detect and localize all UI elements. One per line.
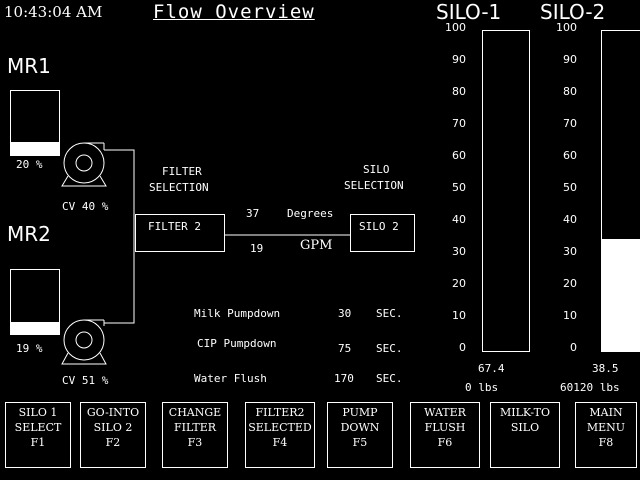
- silo1-level-value: 67.4: [478, 362, 505, 375]
- f8-line3: F8: [598, 436, 614, 449]
- timer-unit-milk: SEC.: [376, 307, 403, 320]
- silo-heading-1: SILO: [363, 163, 390, 176]
- f4-line2: SELECTED: [248, 421, 312, 434]
- silo2-gauge: [601, 30, 640, 352]
- water-flush-f6-button[interactable]: WATER FLUSH F6: [410, 402, 480, 468]
- silo2-tick-label: 30: [563, 245, 577, 258]
- f1-line3: F1: [30, 436, 46, 449]
- temperature-unit: Degrees: [287, 207, 334, 220]
- timer-value-cip: 75: [338, 342, 352, 355]
- go-into-silo2-f2-button[interactable]: GO-INTO SILO 2 F2: [80, 402, 146, 468]
- silo1-gauge: [482, 30, 530, 352]
- mr1-tank: [10, 90, 60, 156]
- f8-line2: MENU: [586, 421, 626, 434]
- silo1-tick-label: 90: [452, 53, 466, 66]
- f4-line1: FILTER2: [255, 406, 305, 419]
- milk-to-silo-button[interactable]: MILK-TO SILO: [490, 402, 560, 468]
- f4-line3: F4: [272, 436, 288, 449]
- f7-line1: MILK-TO: [499, 406, 550, 419]
- filter-heading-2: SELECTION: [149, 181, 209, 194]
- mr2-tank: [10, 269, 60, 335]
- filter-heading-1: FILTER: [162, 165, 202, 178]
- silo2-tick-label: 100: [556, 21, 577, 34]
- silo-selected-box: SILO 2: [350, 214, 415, 252]
- silo2-weight: 60120 lbs: [560, 381, 620, 394]
- silo1-tick-label: 60: [452, 149, 466, 162]
- silo1-tick-label: 10: [452, 309, 466, 322]
- temperature-value: 37: [246, 207, 260, 220]
- timer-label-cip: CIP Pumpdown: [197, 337, 277, 350]
- f7-line2: SILO: [510, 421, 540, 434]
- silo2-tick-label: 60: [563, 149, 577, 162]
- f2-line1: GO-INTO: [86, 406, 140, 419]
- mr2-tank-fill: [11, 321, 59, 334]
- flow-rate-value: 19: [250, 242, 264, 255]
- silo2-tick-label: 40: [563, 213, 577, 226]
- flow-rate-unit: GPM: [300, 238, 333, 253]
- page-title: Flow Overview: [153, 1, 315, 23]
- silo2-tick-label: 20: [563, 277, 577, 290]
- pump-down-f5-button[interactable]: PUMP DOWN F5: [327, 402, 393, 468]
- f3-line3: F3: [187, 436, 203, 449]
- silo1-tick-label: 0: [459, 341, 466, 354]
- mr1-tank-fill: [11, 142, 59, 155]
- timer-label-milk: Milk Pumpdown: [194, 307, 281, 320]
- silo1-weight: 0 lbs: [465, 381, 499, 394]
- silo2-tick-label: 50: [563, 181, 577, 194]
- f8-line1: MAIN: [589, 406, 623, 419]
- silo-heading-2: SELECTION: [344, 179, 404, 192]
- timer-unit-water: SEC.: [376, 372, 403, 385]
- f1-line1: SILO 1: [18, 406, 58, 419]
- silo1-tick-label: 50: [452, 181, 466, 194]
- mr1-level: 20 %: [16, 158, 43, 171]
- mr2-cv: CV 51 %: [62, 374, 109, 387]
- f5-line1: PUMP: [342, 406, 378, 419]
- mr2-label: MR2: [7, 222, 51, 246]
- pump2-icon: [61, 319, 107, 365]
- pump1-icon: [61, 142, 107, 187]
- f5-line3: F5: [352, 436, 368, 449]
- f6-line1: WATER: [424, 406, 466, 419]
- f3-line1: CHANGE: [168, 406, 222, 419]
- main-menu-f8-button[interactable]: MAIN MENU F8: [575, 402, 637, 468]
- filter-selected-box: FILTER 2: [135, 214, 225, 252]
- f2-line2: SILO 2: [93, 421, 133, 434]
- f3-line2: FILTER: [173, 421, 217, 434]
- silo2-gauge-fill: [602, 239, 640, 351]
- timer-label-water: Water Flush: [194, 372, 267, 385]
- silo1-tick-label: 100: [445, 21, 466, 34]
- timer-value-milk: 30: [338, 307, 352, 320]
- silo2-tick-label: 90: [563, 53, 577, 66]
- filter2-selected-f4-button[interactable]: FILTER2 SELECTED F4: [245, 402, 315, 468]
- change-filter-f3-button[interactable]: CHANGE FILTER F3: [162, 402, 228, 468]
- silo2-level-value: 38.5: [592, 362, 619, 375]
- f1-line2: SELECT: [14, 421, 62, 434]
- timer-unit-cip: SEC.: [376, 342, 403, 355]
- silo1-tick-label: 70: [452, 117, 466, 130]
- f5-line2: DOWN: [340, 421, 380, 434]
- silo1-select-f1-button[interactable]: SILO 1 SELECT F1: [5, 402, 71, 468]
- silo1-tick-label: 80: [452, 85, 466, 98]
- silo2-tick-label: 70: [563, 117, 577, 130]
- silo1-tick-label: 40: [452, 213, 466, 226]
- f6-line2: FLUSH: [424, 421, 466, 434]
- f2-line3: F2: [105, 436, 121, 449]
- silo1-tick-label: 30: [452, 245, 466, 258]
- filter-selected-label: FILTER 2: [148, 220, 201, 233]
- clock: 10:43:04 AM: [4, 3, 103, 21]
- timer-value-water: 170: [334, 372, 354, 385]
- f6-line3: F6: [437, 436, 453, 449]
- mr2-level: 19 %: [16, 342, 43, 355]
- silo1-tick-label: 20: [452, 277, 466, 290]
- silo2-tick-label: 10: [563, 309, 577, 322]
- silo-selected-label: SILO 2: [359, 220, 399, 233]
- silo2-tick-label: 0: [570, 341, 577, 354]
- mr1-cv: CV 40 %: [62, 200, 109, 213]
- mr1-label: MR1: [7, 54, 51, 78]
- silo2-tick-label: 80: [563, 85, 577, 98]
